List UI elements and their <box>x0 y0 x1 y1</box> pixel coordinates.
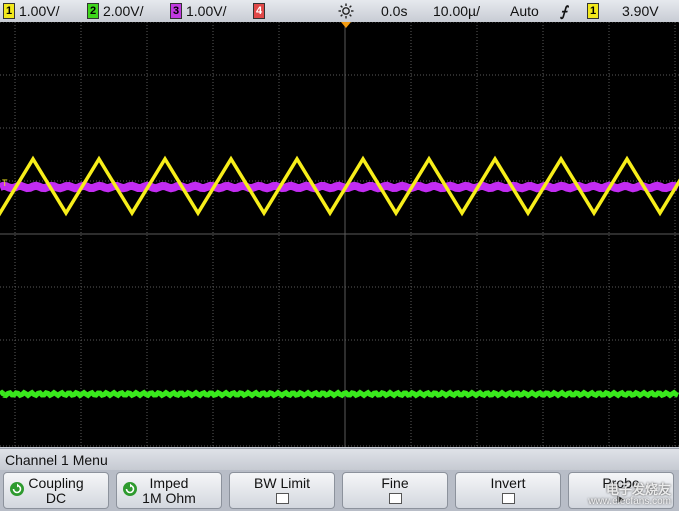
menu-title: Channel 1 Menu <box>0 448 679 470</box>
graticule <box>0 22 679 447</box>
channel-3-scale[interactable]: 3 1.00V/ <box>170 3 226 19</box>
channel-1-scale[interactable]: 1 1.00V/ <box>3 3 59 19</box>
invert-label: Invert <box>490 475 526 491</box>
trigger-level-marker[interactable]: T <box>2 178 8 188</box>
trigger-position-marker[interactable] <box>341 22 351 28</box>
rising-edge-icon: ⨍ <box>560 3 568 19</box>
fine-checkbox[interactable] <box>388 493 402 504</box>
channel-2-badge: 2 <box>87 3 99 19</box>
invert-checkbox[interactable] <box>501 493 515 504</box>
watermark-url: www.elecfans.com <box>588 496 671 507</box>
rotate-icon <box>123 482 137 496</box>
channel-2-scale[interactable]: 2 2.00V/ <box>87 3 143 19</box>
trigger-level[interactable]: 3.90V <box>622 3 659 19</box>
status-bar: 1 1.00V/ 2 2.00V/ 3 1.00V/ 4 0.0s 10.00µ/ A… <box>0 0 679 23</box>
trigger-channel-badge: 1 <box>587 3 599 19</box>
rotate-icon <box>10 482 24 496</box>
traces <box>0 155 679 399</box>
channel-2-trace <box>0 389 679 399</box>
watermark: 电子发烧友 www.elecfans.com <box>588 482 671 508</box>
channel-4-scale[interactable]: 4 <box>253 3 269 19</box>
bw-limit-label: BW Limit <box>254 475 310 491</box>
ground-level-marker[interactable]: 1 <box>2 390 7 400</box>
watermark-logo-text: 电子发烧友 <box>605 482 671 497</box>
fine-softkey[interactable]: Fine <box>342 472 448 509</box>
coupling-softkey[interactable]: Coupling DC <box>3 472 109 509</box>
channel-4-badge: 4 <box>253 3 265 19</box>
waveform-canvas: T1 <box>0 22 679 447</box>
invert-softkey[interactable]: Invert <box>455 472 561 509</box>
channel-3-badge: 3 <box>170 3 182 19</box>
bw-limit-softkey[interactable]: BW Limit <box>229 472 335 509</box>
bw-limit-checkbox[interactable] <box>275 493 289 504</box>
timebase-readout[interactable]: 10.00µ/ <box>433 3 480 19</box>
fine-label: Fine <box>381 475 409 491</box>
impedance-softkey[interactable]: Imped 1M Ohm <box>116 472 222 509</box>
softkey-bar: Coupling DC Imped 1M Ohm BW Limit Fine I… <box>0 470 679 511</box>
sun-icon <box>338 3 354 19</box>
delay-readout[interactable]: 0.0s <box>381 3 407 19</box>
waveform-display: T1 <box>0 22 679 447</box>
trigger-source[interactable]: 1 <box>587 3 603 19</box>
channel-1-badge: 1 <box>3 3 15 19</box>
trigger-mode[interactable]: Auto <box>510 3 539 19</box>
